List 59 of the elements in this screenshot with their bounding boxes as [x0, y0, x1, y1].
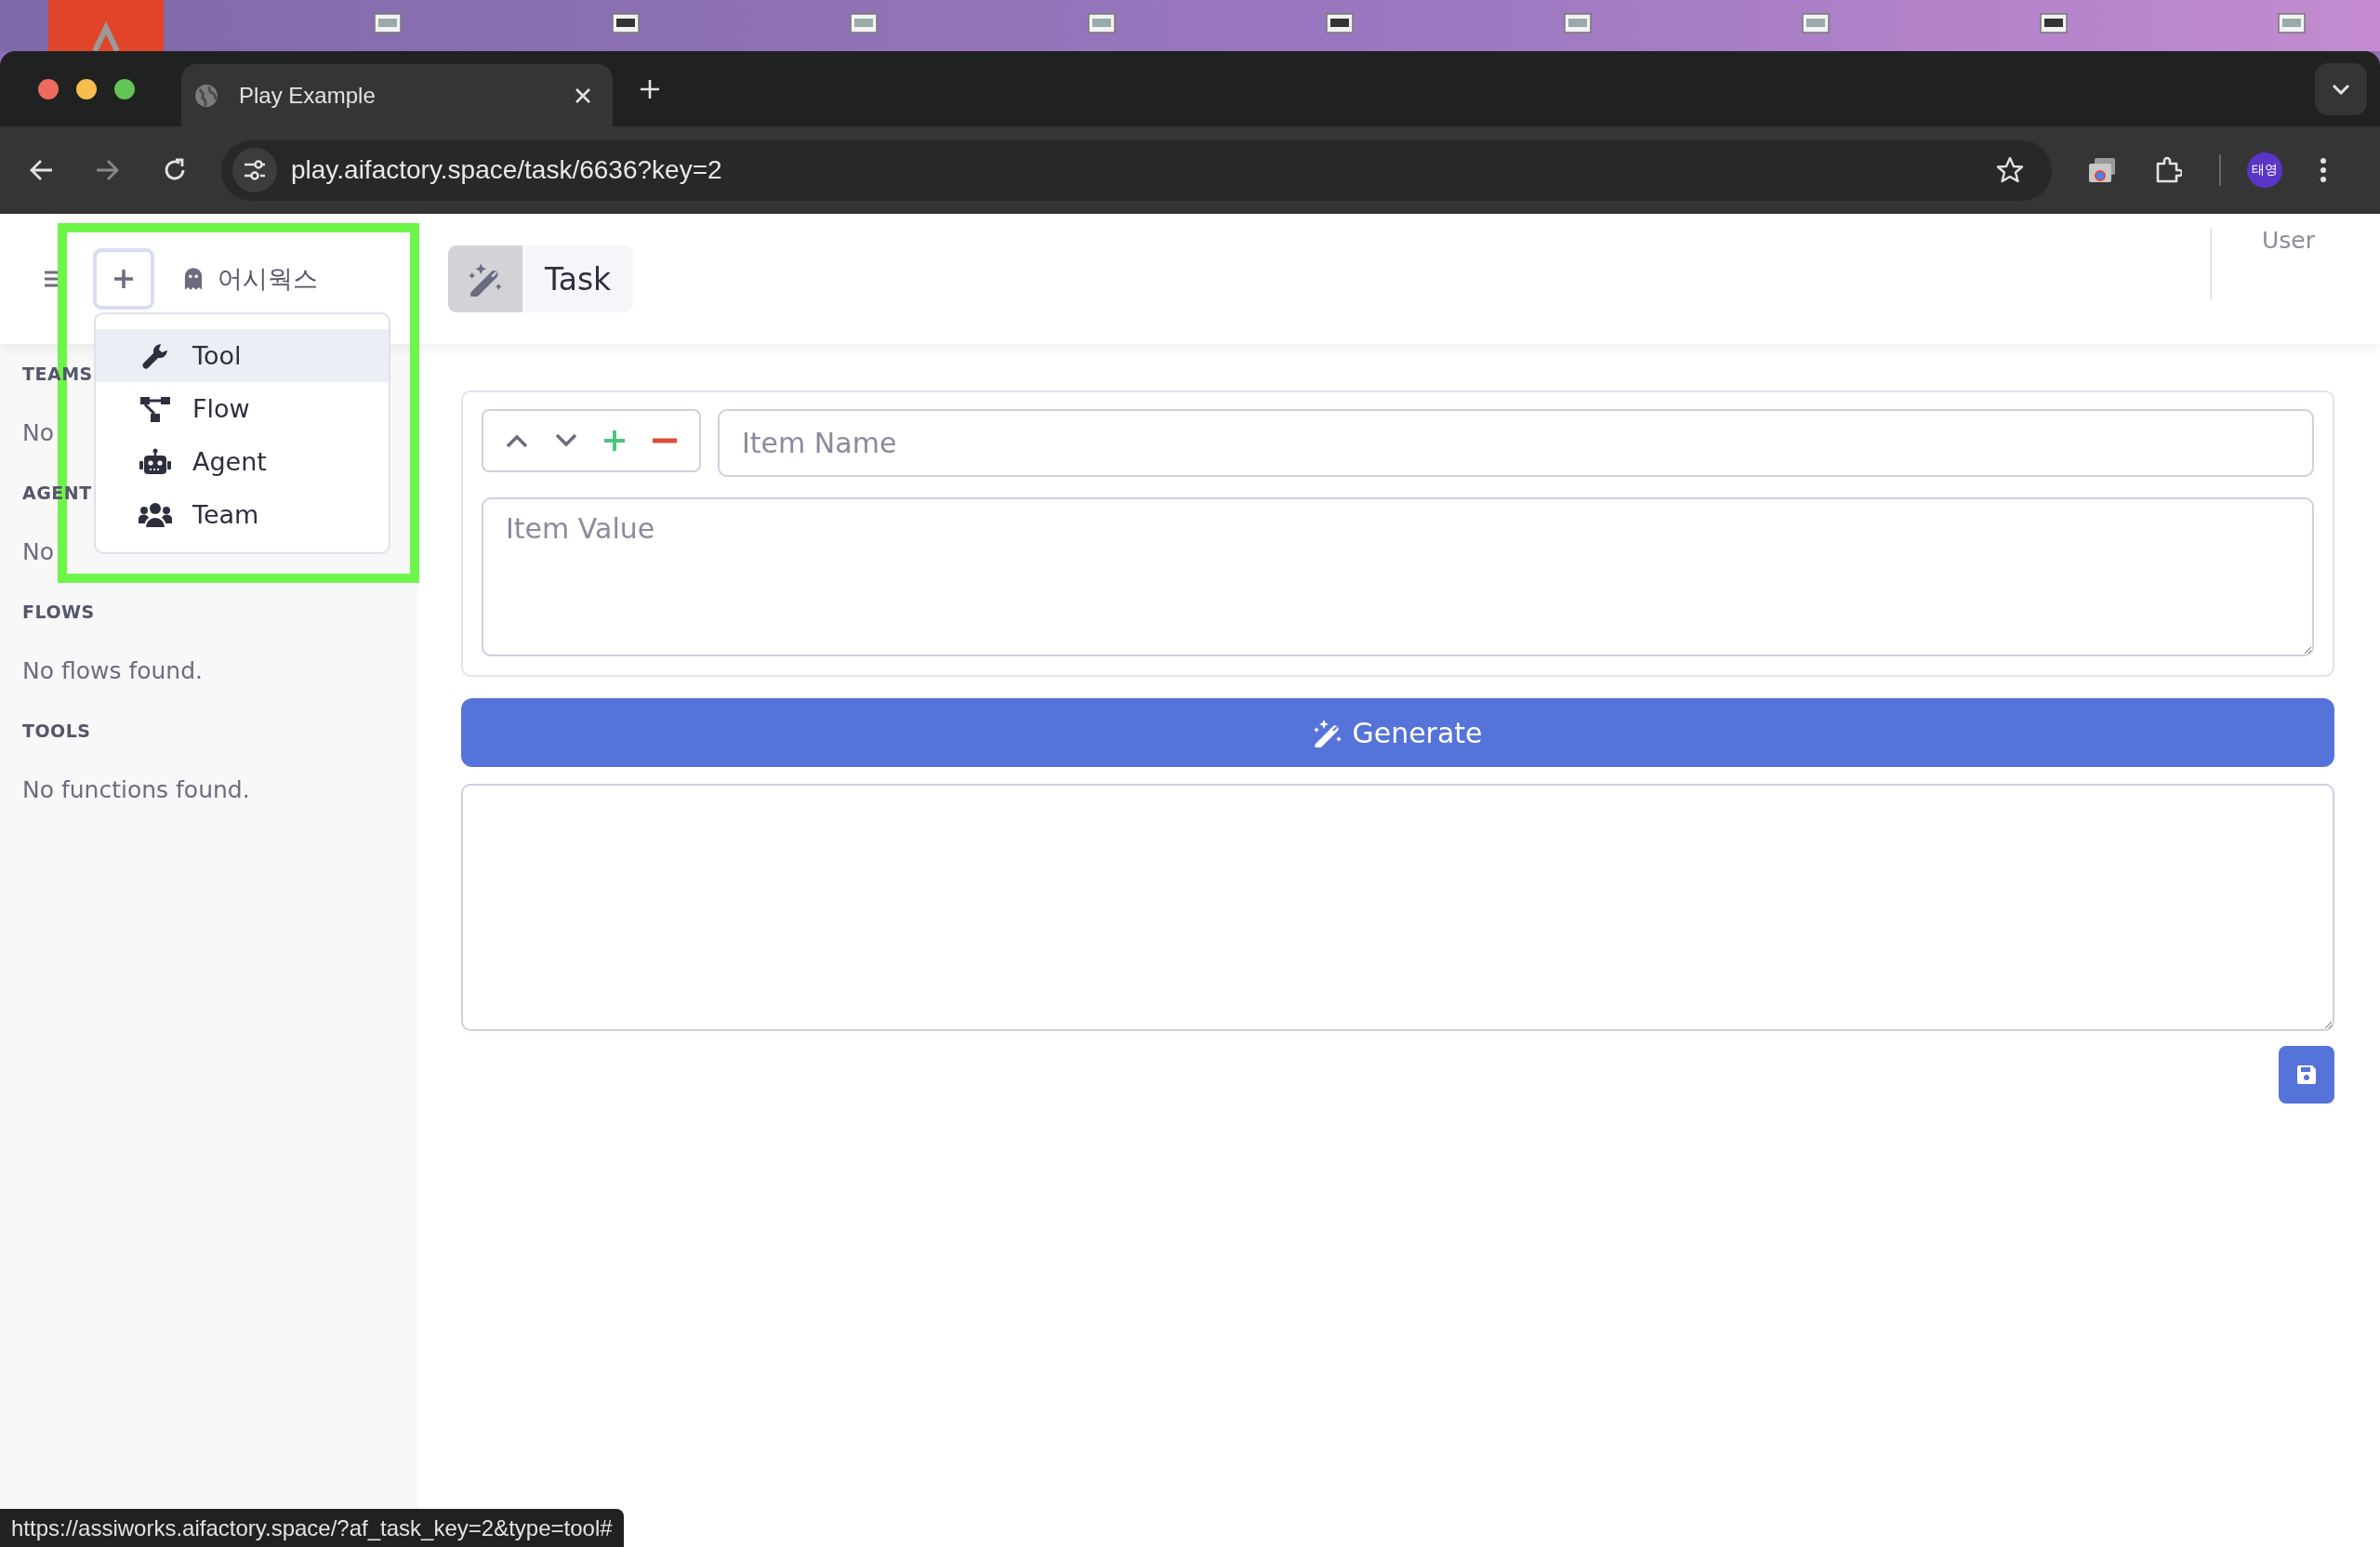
- new-tab-icon[interactable]: [639, 77, 661, 100]
- menu-item[interactable]: Team: [96, 488, 389, 541]
- plus-icon: [112, 268, 135, 290]
- item-name-field[interactable]: Item Name: [718, 409, 2314, 477]
- item-value-field[interactable]: Item Value: [482, 497, 2314, 656]
- move-down-icon[interactable]: [554, 433, 577, 448]
- add-button[interactable]: [93, 248, 154, 310]
- close-window-icon[interactable]: [38, 78, 59, 99]
- site-settings-icon[interactable]: [242, 157, 268, 183]
- minimize-window-icon[interactable]: [76, 78, 97, 99]
- section-heading: TOOLS: [22, 720, 91, 743]
- bookmark-star-icon[interactable]: [1996, 156, 2024, 184]
- robot-icon: [139, 447, 171, 476]
- file-thumbnail-icon: [2278, 13, 2306, 33]
- output-field[interactable]: [461, 784, 2334, 1031]
- tab-search-button[interactable]: [2315, 62, 2367, 115]
- file-thumbnail-icon: [374, 13, 402, 33]
- section-heading: FLOWS: [22, 601, 95, 624]
- file-thumbnail-icon: [1326, 13, 1354, 33]
- empty-message: No flows found.: [22, 656, 203, 686]
- address-bar[interactable]: play.aifactory.space/task/6636?key=2: [221, 139, 2052, 201]
- extension-window-icon[interactable]: [2087, 156, 2117, 184]
- remove-item-icon[interactable]: [652, 438, 677, 443]
- url-text: play.aifactory.space/task/6636?key=2: [291, 155, 723, 185]
- file-thumbnail-icon: [2040, 13, 2068, 33]
- menu-item[interactable]: Tool: [96, 329, 389, 382]
- chevron-down-icon: [2332, 83, 2350, 95]
- link-status-bar: https://assiworks.aifactory.space/?af_task_key=2&type=tool#: [0, 1509, 624, 1547]
- wrench-icon: [141, 341, 169, 370]
- save-button[interactable]: [2279, 1046, 2334, 1104]
- workspace-name[interactable]: 어시웍스: [218, 262, 318, 296]
- tab-title: Play Example: [239, 82, 377, 109]
- globe-icon: [194, 83, 218, 108]
- extensions-puzzle-icon[interactable]: [2154, 156, 2182, 184]
- page-title: Task: [544, 259, 613, 299]
- close-icon[interactable]: [574, 86, 592, 105]
- magic-wand-icon: [1313, 718, 1343, 747]
- profile-avatar[interactable]: 태영: [2247, 152, 2282, 188]
- browser-tab[interactable]: Play Example: [181, 64, 613, 126]
- flow-diagram-icon: [139, 394, 171, 423]
- empty-message: No: [22, 537, 54, 567]
- move-up-icon[interactable]: [506, 433, 529, 448]
- magic-wand-icon: [468, 261, 503, 297]
- generate-button[interactable]: Generate: [461, 698, 2334, 767]
- people-group-icon: [139, 501, 172, 528]
- menu-item[interactable]: Agent: [96, 435, 389, 488]
- menu-item[interactable]: Flow: [96, 382, 389, 435]
- file-thumbnail-icon: [1564, 13, 1592, 33]
- file-thumbnail-icon: [850, 13, 878, 33]
- ghost-icon: [184, 267, 203, 291]
- save-icon: [2295, 1064, 2318, 1086]
- empty-message: No functions found.: [22, 775, 250, 805]
- file-thumbnail-icon: [612, 13, 640, 33]
- more-menu-icon[interactable]: [2320, 157, 2327, 183]
- app-icon: [48, 0, 164, 51]
- file-thumbnail-icon: [1088, 13, 1116, 33]
- empty-message: No: [22, 418, 54, 448]
- file-thumbnail-icon: [1802, 13, 1830, 33]
- maximize-window-icon[interactable]: [114, 78, 135, 99]
